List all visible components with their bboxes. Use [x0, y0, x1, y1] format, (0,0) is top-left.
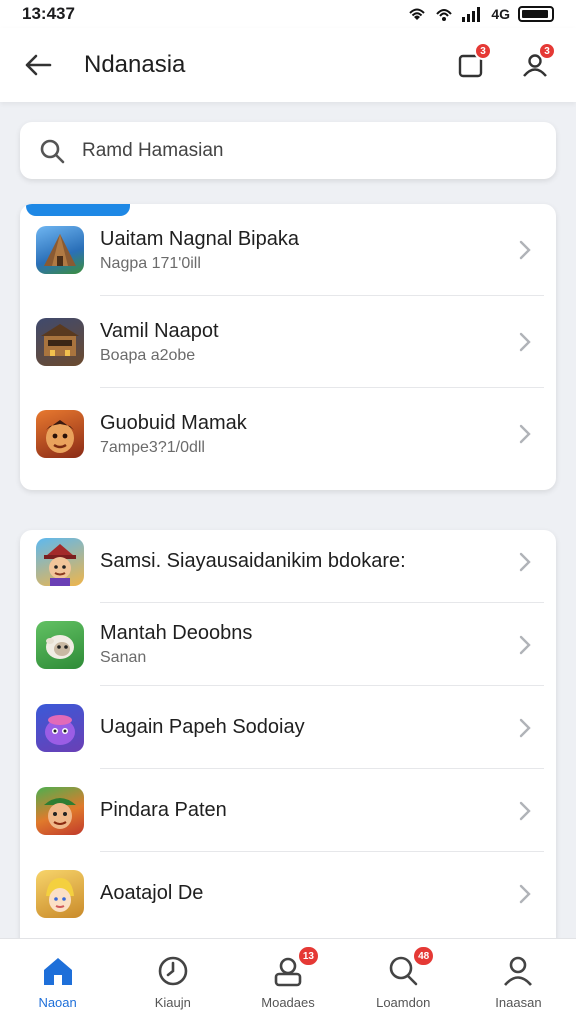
search-icon: [40, 139, 65, 163]
nav-label: Moadaes: [261, 995, 315, 1010]
nav-badge: 48: [412, 945, 436, 967]
item-subtitle: 7ampe3?1/0dll: [100, 438, 205, 456]
messages-button[interactable]: 3: [448, 42, 494, 88]
list-item[interactable]: Aoatajol De: [20, 852, 556, 935]
chevron-right-icon: [510, 883, 540, 905]
girl-icon: [36, 869, 84, 918]
chevron-right-icon: [510, 551, 540, 573]
inbox-icon: 13: [270, 945, 320, 989]
list-item[interactable]: Uaitam Nagnal Bipaka Nagpa 171'0ill: [20, 204, 556, 296]
app-list-card: Samsi. Siayausaidanikim bdokare: Mantah …: [20, 530, 556, 950]
monster-icon: [36, 703, 84, 752]
status-time: 13:437: [22, 4, 75, 23]
character-icon: [36, 537, 84, 586]
nav-home[interactable]: Naoan: [0, 939, 115, 1024]
item-title: Mantah Deoobns: [100, 622, 253, 644]
chevron-right-icon: [510, 634, 540, 656]
list-item[interactable]: Guobuid Mamak 7ampe3?1/0dll: [20, 388, 556, 480]
chevron-right-icon: [510, 800, 540, 822]
account-badge: 3: [538, 42, 556, 60]
hotspot-icon: [436, 9, 453, 21]
clock-icon: [155, 953, 191, 989]
home-icon: [40, 953, 76, 989]
chevron-right-icon: [510, 331, 540, 353]
list-item[interactable]: Uagain Papeh Sodoiay: [20, 686, 556, 769]
bottom-nav: Naoan Kiaujn 13 Moadaes 48 Loamdon Inaas…: [0, 938, 576, 1024]
list-item[interactable]: Pindara Paten: [20, 769, 556, 852]
account-button[interactable]: 3: [512, 42, 558, 88]
back-button[interactable]: [18, 45, 58, 85]
item-title: Aoatajol De: [100, 882, 204, 904]
item-title: Uagain Papeh Sodoiay: [100, 716, 305, 738]
nav-inbox[interactable]: 13 Moadaes: [230, 939, 345, 1024]
list-item[interactable]: Mantah Deoobns Sanan: [20, 603, 556, 686]
nav-profile[interactable]: Inaasan: [461, 939, 576, 1024]
item-title: Vamil Naapot: [100, 319, 219, 342]
page-title: Ndanasia: [84, 51, 186, 78]
network-type: 4G: [491, 6, 510, 22]
item-title: Samsi. Siayausaidanikim bdokare:: [100, 550, 406, 572]
status-icons: 4G: [407, 6, 554, 22]
messages-badge: 3: [474, 42, 492, 60]
chevron-right-icon: [510, 717, 540, 739]
search-input[interactable]: [82, 139, 502, 162]
nav-label: Inaasan: [495, 995, 542, 1010]
pyramid-icon: [36, 226, 84, 274]
arrow-left-icon: [25, 54, 52, 76]
search-icon: 48: [385, 945, 436, 989]
item-subtitle: Boapa a2obe: [100, 346, 196, 364]
nav-recent[interactable]: Kiaujn: [115, 939, 230, 1024]
nav-badge: 13: [296, 945, 320, 967]
item-title: Pindara Paten: [100, 799, 227, 821]
wifi-icon: [409, 8, 426, 20]
warrior-icon: [36, 410, 84, 458]
list-item[interactable]: Vamil Naapot Boapa a2obe: [20, 296, 556, 388]
nav-label: Naoan: [38, 995, 77, 1010]
search-bar[interactable]: [20, 122, 556, 179]
building-icon: [36, 318, 84, 366]
app-bar: Ndanasia 3 3: [0, 28, 576, 102]
nav-label: Loamdon: [376, 995, 431, 1010]
elf-icon: [36, 786, 84, 835]
nav-label: Kiaujn: [154, 995, 191, 1010]
item-subtitle: Nagpa 171'0ill: [100, 254, 201, 272]
profile-icon: [500, 953, 536, 989]
item-subtitle: Sanan: [100, 649, 147, 666]
item-title: Uaitam Nagnal Bipaka: [100, 227, 299, 250]
chevron-right-icon: [510, 423, 540, 445]
battery-icon: [518, 6, 554, 22]
featured-list-card: Uaitam Nagnal Bipaka Nagpa 171'0ill Vami…: [20, 204, 556, 490]
item-title: Guobuid Mamak: [100, 411, 247, 434]
sheep-icon: [36, 620, 84, 669]
nav-search[interactable]: 48 Loamdon: [346, 939, 461, 1024]
status-bar: 13:437 4G: [0, 0, 576, 28]
signal-icon: [462, 7, 481, 22]
chevron-right-icon: [510, 239, 540, 261]
list-item[interactable]: Samsi. Siayausaidanikim bdokare:: [20, 530, 556, 603]
